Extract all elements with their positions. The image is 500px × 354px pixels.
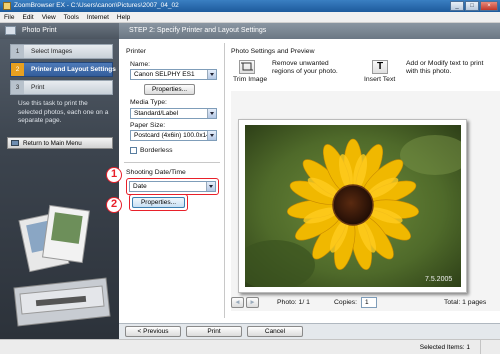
insert-text-icon[interactable]: T: [372, 60, 388, 74]
menu-view[interactable]: View: [38, 12, 60, 22]
column-divider: [224, 43, 225, 318]
menu-help[interactable]: Help: [113, 12, 134, 22]
step-label: Select Images: [31, 48, 73, 55]
trim-image-label[interactable]: Trim Image: [233, 76, 267, 83]
app-icon: [3, 2, 11, 10]
printer-section-label: Printer: [126, 48, 147, 55]
step-print[interactable]: 3 Print: [10, 80, 113, 95]
chevron-down-icon: [207, 131, 216, 140]
photo-counter: Photo: 1/ 1: [277, 299, 310, 306]
title-bar: ZoomBrowser EX - C:\Users\canon\Pictures…: [0, 0, 500, 12]
close-button[interactable]: ×: [480, 1, 498, 11]
cancel-button[interactable]: Cancel: [247, 326, 303, 337]
step-number: 2: [11, 63, 24, 76]
printer-artwork: [13, 204, 111, 327]
paper-size-select[interactable]: Postcard (4x6in) 100.0x148.0 mm: [130, 130, 217, 141]
shooting-date-label: Shooting Date/Time: [126, 169, 186, 176]
paper-size-label: Paper Size:: [130, 122, 166, 129]
minimize-button[interactable]: _: [450, 1, 464, 11]
media-type-label: Media Type:: [130, 99, 167, 106]
printer-icon: [5, 26, 16, 35]
paper-size-value: Postcard (4x6in) 100.0x148.0 mm: [134, 132, 208, 139]
menu-tools[interactable]: Tools: [60, 12, 83, 22]
highlight-frame-date: [126, 178, 219, 195]
status-bar: Selected Items: 1: [0, 339, 500, 354]
selected-items-count: Selected Items: 1: [419, 344, 470, 351]
printer-name-select[interactable]: Canon SELPHY ES1: [130, 69, 217, 80]
insert-text-label[interactable]: Insert Text: [364, 76, 395, 83]
copies-stepper[interactable]: 1: [361, 297, 377, 308]
printer-name-value: Canon SELPHY ES1: [134, 71, 195, 78]
menu-bar: File Edit View Tools Internet Help: [0, 12, 500, 23]
preview-section-label: Photo Settings and Preview: [231, 48, 315, 55]
callout-2: 2: [106, 197, 122, 213]
window-controls: _ □ ×: [450, 1, 498, 11]
callout-1: 1: [106, 167, 122, 183]
step-label: Print: [31, 84, 45, 91]
print-preview-page: 7.5.2005: [238, 119, 467, 293]
step-label: Printer and Layout Settings: [31, 66, 116, 73]
step-title: STEP 2: Specify Printer and Layout Setti…: [129, 27, 267, 34]
step-number: 1: [11, 45, 24, 58]
return-label: Return to Main Menu: [23, 140, 82, 147]
printer-name-label: Name:: [130, 61, 151, 68]
window-title: ZoomBrowser EX - C:\Users\canon\Pictures…: [14, 2, 179, 9]
total-pages: Total: 1 pages: [444, 299, 487, 306]
menu-file[interactable]: File: [0, 12, 18, 22]
media-type-select[interactable]: Standard/Label: [130, 108, 217, 119]
highlight-frame-properties: [129, 194, 188, 211]
previous-photo-button[interactable]: ◄: [231, 297, 244, 308]
step-select-images[interactable]: 1 Select Images: [10, 44, 113, 59]
copies-label: Copies:: [334, 299, 358, 306]
step-list: 1 Select Images 2 Printer and Layout Set…: [10, 44, 116, 98]
media-type-value: Standard/Label: [134, 110, 179, 117]
step-number: 3: [11, 81, 24, 94]
chevron-down-icon: [207, 109, 216, 118]
next-photo-button[interactable]: ►: [246, 297, 259, 308]
photo-date-stamp: 7.5.2005: [425, 276, 452, 283]
menu-internet[interactable]: Internet: [83, 12, 113, 22]
task-pane-title: Photo Print: [22, 27, 57, 34]
action-bar: < Previous Print Cancel: [119, 323, 500, 339]
borderless-label: Borderless: [140, 147, 173, 154]
sunflower-photo: 7.5.2005: [245, 125, 461, 287]
section-divider: [124, 162, 220, 163]
print-button[interactable]: Print: [186, 326, 242, 337]
resize-grip[interactable]: [480, 340, 500, 354]
printer-properties-button[interactable]: Properties...: [144, 84, 195, 95]
insert-text-description: Add or Modify text to print with this ph…: [406, 60, 484, 75]
task-pane-header: Photo Print: [0, 23, 119, 39]
borderless-checkbox[interactable]: [130, 147, 137, 154]
copies-value: 1: [365, 299, 369, 306]
trim-image-description: Remove unwanted regions of your photo.: [272, 60, 338, 75]
task-pane: Photo Print 1 Select Images 2 Printer an…: [0, 23, 119, 339]
menu-edit[interactable]: Edit: [18, 12, 37, 22]
main-content: STEP 2: Specify Printer and Layout Setti…: [119, 23, 500, 339]
chevron-down-icon: [207, 70, 216, 79]
photo-preview: 7.5.2005: [245, 125, 461, 287]
maximize-button[interactable]: □: [465, 1, 479, 11]
step-header: STEP 2: Specify Printer and Layout Setti…: [119, 23, 500, 39]
return-main-menu-button[interactable]: Return to Main Menu: [7, 137, 113, 149]
previous-button[interactable]: < Previous: [125, 326, 181, 337]
step-printer-layout[interactable]: 2 Printer and Layout Settings: [10, 62, 116, 77]
task-description: Use this task to print the selected phot…: [18, 100, 109, 124]
trim-image-icon[interactable]: [239, 60, 255, 74]
return-icon: [11, 140, 19, 146]
